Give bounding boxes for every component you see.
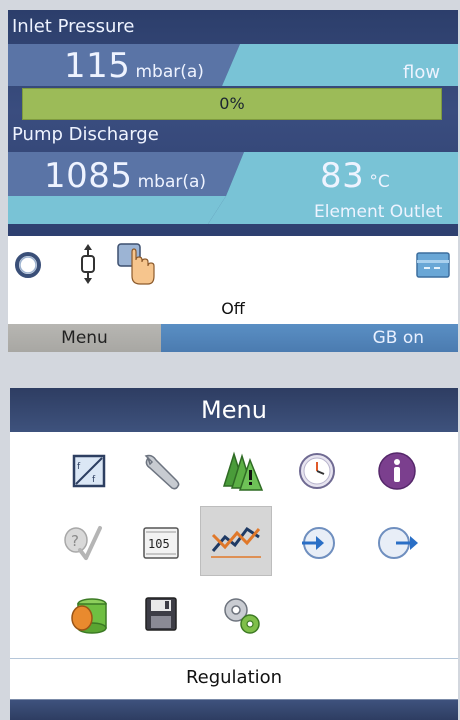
status-icon-row xyxy=(8,236,458,295)
element-outlet-label: Element Outlet xyxy=(314,202,443,222)
clock-icon[interactable] xyxy=(290,444,344,498)
counter-icon[interactable]: 105 xyxy=(134,516,188,570)
menu-icon-grid: ff ? 105 xyxy=(10,432,458,658)
element-outlet-readout: 83 °C xyxy=(320,156,390,196)
gb-on-button[interactable]: GB on xyxy=(161,324,458,352)
output-icon[interactable] xyxy=(370,516,424,570)
pump-discharge-readout: 1085 mbar(a) xyxy=(44,156,206,196)
element-outlet-temp-unit: °C xyxy=(369,172,390,192)
main-status-screen: Inlet Pressure 115 mbar(a) flow 0% Pump … xyxy=(8,10,458,352)
element-outlet-temp-value: 83 xyxy=(320,156,365,196)
svg-text:105: 105 xyxy=(148,537,170,551)
input-icon[interactable] xyxy=(292,516,346,570)
card-display-icon[interactable] xyxy=(416,252,450,282)
menu-screen: Menu ff ? 105 Regulation xyxy=(10,388,458,720)
inlet-pressure-title: Inlet Pressure xyxy=(12,16,135,37)
regulation-menu-item[interactable] xyxy=(200,506,272,576)
settings-gears-icon[interactable] xyxy=(214,588,268,642)
inlet-pressure-unit: mbar(a) xyxy=(135,62,204,82)
wrench-icon[interactable] xyxy=(134,444,188,498)
info-icon[interactable] xyxy=(370,444,424,498)
ring-status-icon[interactable] xyxy=(14,251,42,283)
regulation-icon xyxy=(211,526,261,558)
manual-control-hand-icon[interactable] xyxy=(116,242,160,292)
inlet-pressure-value: 115 xyxy=(64,46,131,86)
machine-status-bar: Off xyxy=(8,294,458,325)
pump-discharge-value: 1085 xyxy=(44,156,133,196)
menu-title: Menu xyxy=(10,388,458,432)
machine-status-text: Off xyxy=(221,299,245,318)
pump-discharge-title: Pump Discharge xyxy=(12,124,159,145)
svg-text:?: ? xyxy=(71,532,79,550)
database-icon[interactable] xyxy=(62,588,116,642)
setpoint-ratio-icon[interactable]: ff xyxy=(62,444,116,498)
selected-menu-caption: Regulation xyxy=(10,658,458,700)
pump-discharge-unit: mbar(a) xyxy=(137,172,207,192)
warning-triangles-icon[interactable] xyxy=(210,442,264,496)
flow-progress-bar: 0% xyxy=(22,88,442,120)
menu-footer-bar xyxy=(10,700,458,720)
flow-label: flow xyxy=(403,62,441,83)
service-check-icon[interactable]: ? xyxy=(56,516,110,570)
flow-progress-label: 0% xyxy=(219,94,245,113)
motor-valve-icon[interactable] xyxy=(78,244,98,290)
save-icon[interactable] xyxy=(134,588,188,642)
menu-button[interactable]: Menu xyxy=(8,324,161,352)
inlet-pressure-readout: 115 mbar(a) xyxy=(64,46,204,86)
